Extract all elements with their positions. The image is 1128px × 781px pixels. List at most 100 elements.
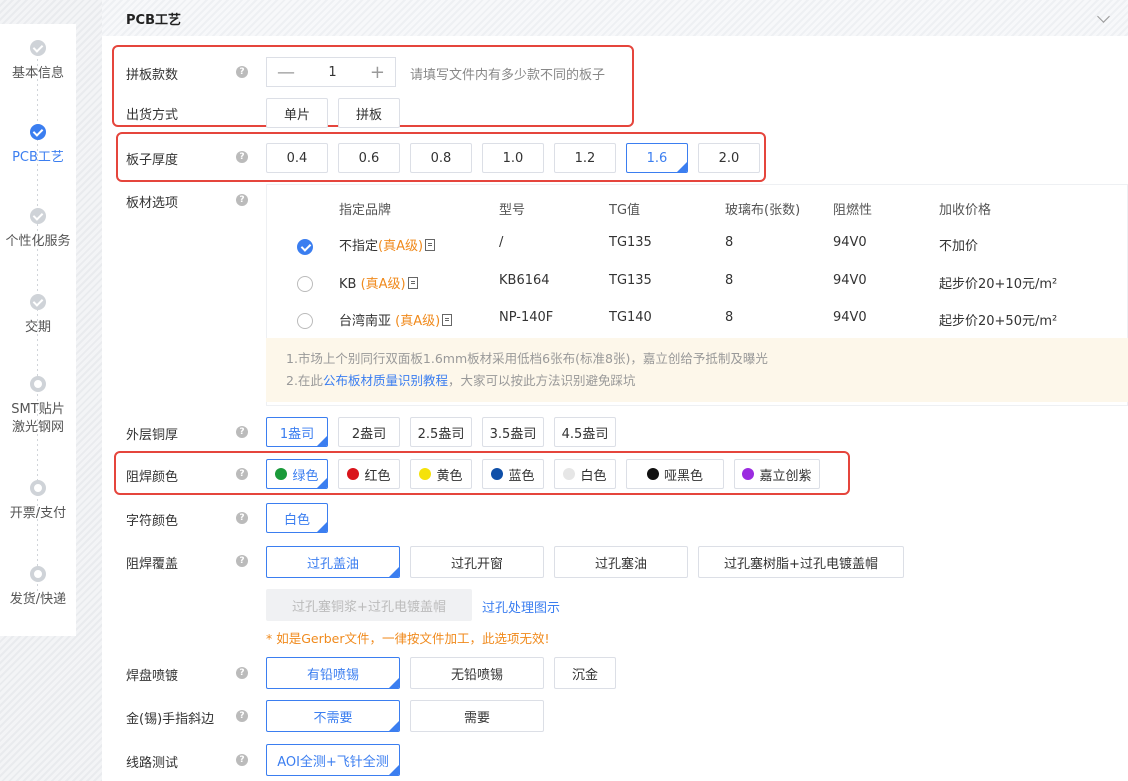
step-label: 发货/快递 [9,592,67,607]
gold-finger-label: 金(锡)手指斜边 [126,712,215,727]
surface-option[interactable]: 沉金 [554,657,616,689]
document-icon [442,314,453,326]
help-icon[interactable]: ? [236,667,248,679]
solder-color-option[interactable]: 嘉立创紫 [734,459,820,489]
copper-option[interactable]: 4.5盎司 [554,417,616,447]
plus-button[interactable]: + [370,62,385,83]
surface-option-selected[interactable]: 有铅喷锡 [266,657,400,689]
radio[interactable] [297,313,313,329]
tg-cell: TG135 [609,235,652,250]
step-delivery-time[interactable]: 交期 [0,294,76,337]
thickness-option-selected[interactable]: 1.6 [626,143,688,173]
panel-count-value[interactable]: 1 [328,65,336,80]
solder-cover-option[interactable]: 过孔塞油 [554,546,688,578]
blue-swatch-icon [491,468,504,480]
thickness-option[interactable]: 2.0 [698,143,760,173]
price-cell: 起步价20+10元/m² [939,277,1058,292]
silk-color-option-selected[interactable]: 白色 [266,503,328,533]
test-option-selected[interactable]: AOI全测+飞针全测 [266,744,400,776]
brand-cell: 不指定(真A级) [339,235,436,254]
step-pcb-process[interactable]: PCB工艺 [0,124,76,167]
check-icon [30,294,46,310]
copper-option[interactable]: 3.5盎司 [482,417,544,447]
panel-title: PCB工艺 [126,13,181,28]
shipping-option[interactable]: 拼板 [338,98,400,128]
help-icon[interactable]: ? [236,66,248,78]
solder-cover-option-disabled: 过孔塞铜浆+过孔电镀盖帽 [266,589,472,621]
table-header: TG值 [609,203,641,218]
step-label: 个性化服务 [5,234,71,249]
yellow-swatch-icon [419,468,432,480]
solder-cover-option[interactable]: 过孔塞树脂+过孔电镀盖帽 [698,546,904,578]
solder-color-option[interactable]: 哑黑色 [626,459,724,489]
tg-cell: TG140 [609,310,652,325]
copper-option[interactable]: 2.5盎司 [410,417,472,447]
radio-selected[interactable] [297,239,313,255]
thickness-label: 板子厚度 [126,153,179,168]
solder-color-option[interactable]: 红色 [338,459,400,489]
check-icon [30,40,46,56]
check-icon [30,208,46,224]
gold-finger-option[interactable]: 需要 [410,700,544,732]
panel-header[interactable]: PCB工艺 [102,0,1128,36]
surface-option[interactable]: 无铅喷锡 [410,657,544,689]
copper-option-selected[interactable]: 1盎司 [266,417,328,447]
black-swatch-icon [646,468,659,480]
circle-icon [30,566,46,582]
chevron-down-icon[interactable] [1097,10,1110,23]
step-shipping[interactable]: 发货/快递 [0,566,76,609]
gerber-warning: * 如是Gerber文件，一律按文件加工，此选项无效! [266,631,550,646]
help-icon[interactable]: ? [236,555,248,567]
circle-icon [30,376,46,392]
help-icon[interactable]: ? [236,710,248,722]
step-sidebar: 基本信息 PCB工艺 个性化服务 交期 SMT贴片 激光钢网 开票/支付 发货/快… [0,24,76,636]
help-icon[interactable]: ? [236,426,248,438]
thickness-option[interactable]: 0.6 [338,143,400,173]
silk-color-label: 字符颜色 [126,514,179,529]
shipping-option[interactable]: 单片 [266,98,328,128]
step-label: PCB工艺 [12,150,64,165]
via-diagram-link[interactable]: 过孔处理图示 [482,597,560,616]
solder-color-option-selected[interactable]: 绿色 [266,459,328,489]
step-custom-service[interactable]: 个性化服务 [0,208,76,251]
gold-finger-option-selected[interactable]: 不需要 [266,700,400,732]
glass-cell: 8 [725,235,734,250]
glass-cell: 8 [725,310,734,325]
solder-cover-label: 阻焊覆盖 [126,557,179,572]
note-line: 1.市场上个别同行双面板1.6mm板材采用低档6张布(标准8张)，嘉立创给予抵制… [286,351,768,366]
purple-swatch-icon [742,468,755,480]
copper-option[interactable]: 2盎司 [338,417,400,447]
material-label: 板材选项 [126,196,179,211]
help-icon[interactable]: ? [236,151,248,163]
step-label: 基本信息 [11,66,64,81]
minus-button[interactable]: — [277,62,295,83]
help-icon[interactable]: ? [236,754,248,766]
solder-color-option[interactable]: 蓝色 [482,459,544,489]
document-icon [407,277,418,289]
circle-icon [30,480,46,496]
help-icon[interactable]: ? [236,468,248,480]
model-cell: / [499,235,504,250]
solder-cover-option[interactable]: 过孔开窗 [410,546,544,578]
material-guide-link[interactable]: 公布板材质量识别教程 [323,373,448,388]
thickness-option[interactable]: 0.4 [266,143,328,173]
price-cell: 不加价 [939,239,979,254]
thickness-option[interactable]: 1.0 [482,143,544,173]
panel-count-hint: 请填写文件内有多少款不同的板子 [410,68,606,83]
radio[interactable] [297,276,313,292]
solder-color-option[interactable]: 黄色 [410,459,472,489]
thickness-option[interactable]: 1.2 [554,143,616,173]
help-icon[interactable]: ? [236,512,248,524]
step-smt-stencil[interactable]: SMT贴片 激光钢网 [0,376,76,437]
thickness-option[interactable]: 0.8 [410,143,472,173]
solder-color-option[interactable]: 白色 [554,459,616,489]
surface-label: 焊盘喷镀 [126,669,179,684]
panel-count-label: 拼板款数 [126,68,179,83]
document-icon [425,239,436,251]
step-basic-info[interactable]: 基本信息 [0,40,76,83]
white-swatch-icon [563,468,576,480]
material-note: 1.市场上个别同行双面板1.6mm板材采用低档6张布(标准8张)，嘉立创给予抵制… [266,338,1128,402]
solder-cover-option-selected[interactable]: 过孔盖油 [266,546,400,578]
step-invoice-payment[interactable]: 开票/支付 [0,480,76,523]
help-icon[interactable]: ? [236,194,248,206]
